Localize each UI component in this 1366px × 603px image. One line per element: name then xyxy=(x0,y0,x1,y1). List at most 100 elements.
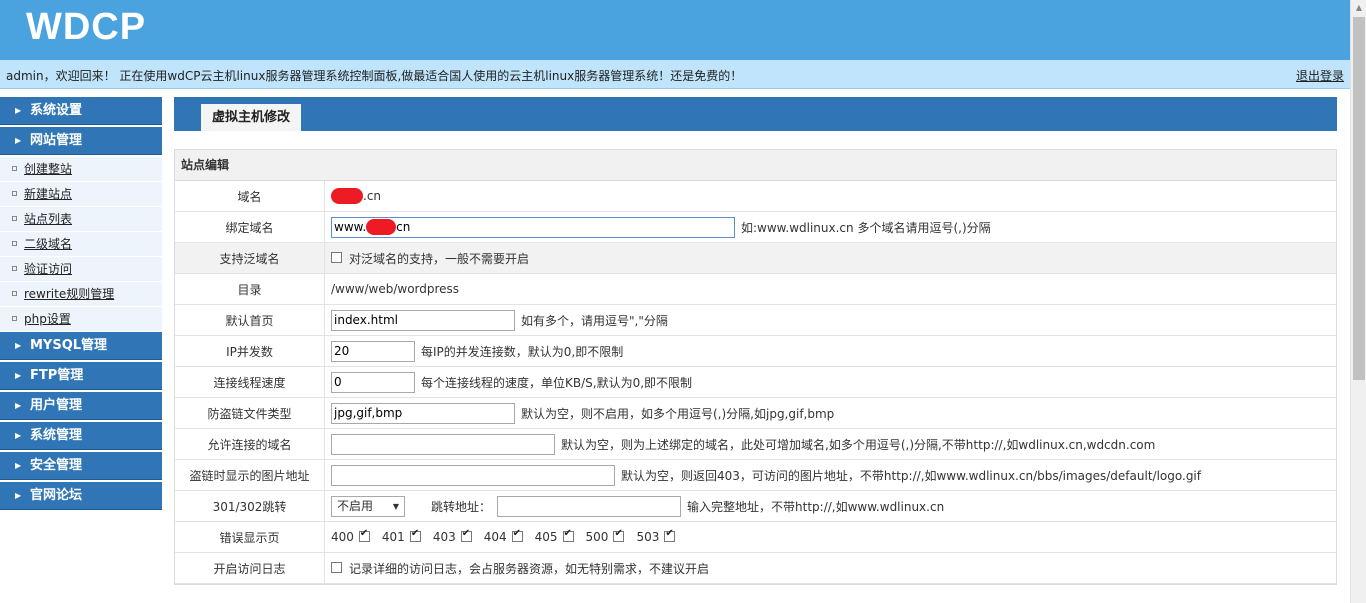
directory-value: /www/web/wordpress xyxy=(331,282,460,296)
triangle-right-icon: ▶ xyxy=(15,401,22,410)
triangle-right-icon: ▶ xyxy=(15,106,22,115)
triangle-right-icon: ▶ xyxy=(15,371,22,380)
triangle-right-icon: ▶ xyxy=(15,431,22,440)
error-code-405[interactable]: 405 xyxy=(535,528,574,544)
thread-speed-label: 连接线程速度 xyxy=(175,367,325,397)
sidebar-item-site-list[interactable]: 站点列表 xyxy=(0,207,162,232)
hotlink-image-input[interactable] xyxy=(331,464,615,486)
welcome-bar: admin，欢迎回来！ 正在使用wdCP云主机linux服务器管理系统控制面板,… xyxy=(0,60,1350,89)
triangle-right-icon: ▶ xyxy=(15,461,22,470)
sidebar-item-php-settings[interactable]: php设置 xyxy=(0,307,162,332)
row-thread-speed: 连接线程速度 0 每个连接线程的速度，单位KB/S,默认为0,即不限制 xyxy=(175,367,1336,398)
error-code-404[interactable]: 404 xyxy=(484,528,523,544)
triangle-right-icon: ▶ xyxy=(15,341,22,350)
logout-link[interactable]: 退出登录 xyxy=(1296,67,1344,84)
bullet-square-icon xyxy=(12,191,17,196)
row-hotlink-types: 防盗链文件类型 jpg,gif,bmp 默认为空，则不启用，如多个用逗号(,)分隔… xyxy=(175,398,1336,429)
access-log-checkbox[interactable] xyxy=(331,561,342,573)
row-directory: 目录 /www/web/wordpress xyxy=(175,274,1336,305)
site-edit-form: 站点编辑 域名 .cn 绑定域名 www. cn 如:www.wdlinux.cn… xyxy=(174,149,1337,585)
bind-domain-hint: 如:www.wdlinux.cn 多个域名请用逗号(,)分隔 xyxy=(741,220,991,235)
sidebar-item-create-full-site[interactable]: 创建整站 xyxy=(0,157,162,182)
redirect-select[interactable]: 不启用 ▼ xyxy=(331,495,405,517)
triangle-right-icon: ▶ xyxy=(15,491,22,500)
bullet-square-icon xyxy=(12,241,17,246)
scroll-up-arrow-icon[interactable]: ▲ xyxy=(1351,0,1366,16)
hotlink-image-label: 盗链时显示的图片地址 xyxy=(175,460,325,490)
hotlink-types-label: 防盗链文件类型 xyxy=(175,398,325,428)
redirect-address-input[interactable] xyxy=(497,495,682,517)
bullet-square-icon xyxy=(12,266,17,271)
menu-forum[interactable]: ▶ 官网论坛 xyxy=(0,482,162,510)
bullet-square-icon xyxy=(12,216,17,221)
error-403-checkbox[interactable] xyxy=(460,528,472,542)
title-bar: 虚拟主机修改 xyxy=(174,97,1337,131)
site-management-submenu: 创建整站 新建站点 站点列表 二级域名 验证访问 rewrite规则管理 php… xyxy=(0,157,162,332)
menu-ftp[interactable]: ▶ FTP管理 xyxy=(0,362,162,390)
ip-concurrency-input[interactable]: 20 xyxy=(331,340,415,362)
row-error-pages: 错误显示页 400 401 403 404 405 500 503 xyxy=(175,522,1336,553)
default-page-label: 默认首页 xyxy=(175,305,325,335)
menu-security[interactable]: ▶ 安全管理 xyxy=(0,452,162,480)
ip-concurrency-label: IP并发数 xyxy=(175,336,325,366)
error-code-400[interactable]: 400 xyxy=(331,528,370,544)
hotlink-types-input[interactable]: jpg,gif,bmp xyxy=(331,402,515,424)
allowed-domains-label: 允许连接的域名 xyxy=(175,429,325,459)
default-page-input[interactable]: index.html xyxy=(331,309,515,331)
error-503-checkbox[interactable] xyxy=(664,528,676,542)
hotlink-types-hint: 默认为空，则不启用，如多个用逗号(,)分隔,如jpg,gif,bmp xyxy=(521,406,835,421)
error-404-checkbox[interactable] xyxy=(511,528,523,542)
access-log-text: 记录详细的访问日志，会占服务器资源，如无特别需求，不建议开启 xyxy=(349,561,710,576)
error-code-500[interactable]: 500 xyxy=(586,528,625,544)
error-401-checkbox[interactable] xyxy=(409,528,421,542)
ip-concurrency-hint: 每IP的并发连接数，默认为0,即不限制 xyxy=(421,344,624,359)
sidebar-item-new-site[interactable]: 新建站点 xyxy=(0,182,162,207)
error-405-checkbox[interactable] xyxy=(562,528,574,542)
domain-value: .cn xyxy=(325,188,381,204)
thread-speed-input[interactable]: 0 xyxy=(331,371,415,393)
menu-system-management[interactable]: ▶ 系统管理 xyxy=(0,422,162,450)
bind-domain-input[interactable]: www. cn xyxy=(331,216,735,238)
row-wildcard: 支持泛域名 对泛域名的支持，一般不需要开启 xyxy=(175,243,1336,274)
row-default-page: 默认首页 index.html 如有多个，请用逗号","分隔 xyxy=(175,305,1336,336)
page-scrollbar[interactable]: ▲ xyxy=(1350,0,1366,603)
redaction-mark xyxy=(331,188,363,204)
directory-label: 目录 xyxy=(175,274,325,304)
error-400-checkbox[interactable] xyxy=(358,528,370,542)
default-page-hint: 如有多个，请用逗号","分隔 xyxy=(521,313,668,328)
menu-users[interactable]: ▶ 用户管理 xyxy=(0,392,162,420)
row-hotlink-image: 盗链时显示的图片地址 默认为空，则返回403，可访问的图片地址，不带http:/… xyxy=(175,460,1336,491)
redirect-hint: 输入完整地址，不带http://,如www.wdlinux.cn xyxy=(687,499,945,514)
allowed-domains-hint: 默认为空，则为上述绑定的域名，此处可增加域名,如多个用逗号(,)分隔,不带htt… xyxy=(561,437,1156,452)
allowed-domains-input[interactable] xyxy=(331,433,555,455)
error-code-403[interactable]: 403 xyxy=(433,528,472,544)
wildcard-label: 支持泛域名 xyxy=(175,243,325,273)
section-title: 站点编辑 xyxy=(175,150,1336,181)
menu-site-management[interactable]: ▶ 网站管理 xyxy=(0,127,162,155)
error-code-401[interactable]: 401 xyxy=(382,528,421,544)
sidebar-item-auth-access[interactable]: 验证访问 xyxy=(0,257,162,282)
menu-system-settings[interactable]: ▶ 系统设置 xyxy=(0,97,162,125)
bullet-square-icon xyxy=(12,316,17,321)
welcome-text: admin，欢迎回来！ 正在使用wdCP云主机linux服务器管理系统控制面板,… xyxy=(6,69,743,83)
sidebar-item-rewrite-rules[interactable]: rewrite规则管理 xyxy=(0,282,162,307)
bind-domain-label: 绑定域名 xyxy=(175,212,325,242)
wildcard-checkbox[interactable] xyxy=(331,251,342,263)
access-log-label: 开启访问日志 xyxy=(175,553,325,583)
sidebar-item-subdomain[interactable]: 二级域名 xyxy=(0,232,162,257)
error-500-checkbox[interactable] xyxy=(613,528,625,542)
menu-mysql[interactable]: ▶ MYSQL管理 xyxy=(0,332,162,360)
triangle-right-icon: ▶ xyxy=(15,136,22,145)
main-content: 虚拟主机修改 站点编辑 域名 .cn 绑定域名 www. cn 如:www.wdl… xyxy=(174,97,1337,585)
scroll-thumb[interactable] xyxy=(1353,17,1365,380)
row-ip-concurrency: IP并发数 20 每IP的并发连接数，默认为0,即不限制 xyxy=(175,336,1336,367)
row-domain: 域名 .cn xyxy=(175,181,1336,212)
redirect-address-label: 跳转地址： xyxy=(431,499,492,514)
error-code-503[interactable]: 503 xyxy=(636,528,676,544)
row-bind-domain: 绑定域名 www. cn 如:www.wdlinux.cn 多个域名请用逗号(,)… xyxy=(175,212,1336,243)
bullet-square-icon xyxy=(12,291,17,296)
page-title-tab[interactable]: 虚拟主机修改 xyxy=(201,104,302,131)
hotlink-image-hint: 默认为空，则返回403，可访问的图片地址，不带http://,如www.wdli… xyxy=(621,468,1201,483)
row-redirect: 301/302跳转 不启用 ▼ 跳转地址： 输入完整地址，不带http://,如w… xyxy=(175,491,1336,522)
redaction-mark xyxy=(366,219,397,235)
